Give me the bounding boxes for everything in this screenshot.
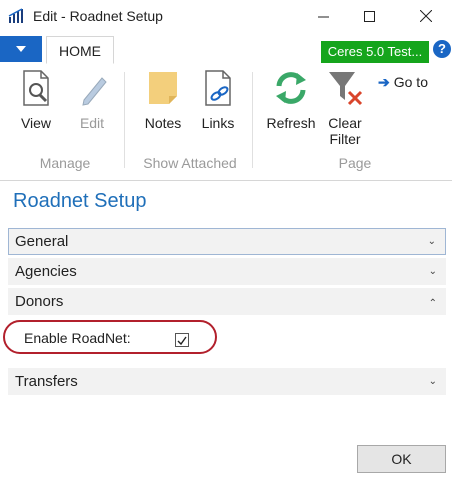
minimize-icon (317, 16, 329, 17)
notes-button[interactable]: Notes (140, 68, 186, 131)
refresh-icon (276, 72, 306, 104)
maximize-icon (363, 10, 375, 22)
refresh-button[interactable]: Refresh (264, 68, 318, 131)
refresh-label: Refresh (266, 115, 316, 131)
chevron-down-icon: ⌄ (427, 236, 436, 247)
fasttab-general[interactable]: General ⌄ (8, 228, 446, 255)
goto-button[interactable]: ➔ Go to (378, 74, 428, 91)
fasttab-donors-label: Donors (15, 293, 64, 310)
ribbon-separator (124, 72, 125, 168)
notes-label: Notes (144, 115, 182, 131)
close-button[interactable] (399, 0, 452, 32)
fasttab-agencies[interactable]: Agencies ⌄ (8, 258, 446, 285)
help-icon[interactable]: ? (433, 40, 451, 58)
group-show-attached: Show Attached (143, 155, 237, 171)
clear-filter-button[interactable]: Clear Filter (322, 68, 368, 147)
fasttab-transfers[interactable]: Transfers ⌄ (8, 368, 446, 395)
links-icon (205, 70, 231, 106)
minimize-button[interactable] (300, 0, 346, 32)
edit-pencil-icon (82, 77, 107, 106)
fasttab-donors[interactable]: Donors ⌃ (8, 288, 446, 315)
group-manage: Manage (39, 155, 91, 171)
notes-icon (149, 72, 177, 104)
arrow-right-icon: ➔ (378, 74, 390, 90)
edit-button[interactable]: Edit (70, 68, 114, 131)
clear-filter-label: Clear Filter (322, 115, 368, 147)
goto-label: Go to (393, 74, 428, 90)
tab-home[interactable]: HOME (46, 36, 114, 64)
fasttab-general-label: General (15, 233, 69, 250)
ribbon: View Edit Manage Notes Links Show Attach… (0, 64, 452, 181)
ribbon-separator (252, 72, 253, 168)
view-button[interactable]: View (14, 68, 58, 131)
app-logo-icon (8, 8, 23, 23)
annotation-highlight-ellipse (3, 320, 217, 354)
application-menu-button[interactable] (0, 36, 42, 62)
ok-button[interactable]: OK (357, 445, 446, 473)
view-document-icon (23, 70, 49, 106)
fasttab-agencies-label: Agencies (15, 263, 77, 280)
clear-filter-icon (329, 72, 363, 106)
clear-filter-label-line1: Clear (328, 115, 362, 131)
chevron-down-icon: ⌄ (428, 376, 437, 387)
view-label: View (20, 115, 52, 131)
links-label: Links (201, 115, 235, 131)
ribbon-tab-row: HOME Ceres 5.0 Test... (0, 34, 452, 65)
chevron-up-icon: ⌃ (428, 298, 437, 309)
fasttab-transfers-label: Transfers (15, 373, 78, 390)
close-icon (419, 10, 432, 22)
maximize-button[interactable] (346, 0, 392, 32)
dropdown-triangle-icon (16, 46, 26, 52)
title-bar: Edit - Roadnet Setup (0, 0, 452, 32)
links-button[interactable]: Links (196, 68, 240, 131)
group-page: Page (338, 155, 372, 171)
edit-label: Edit (79, 115, 105, 131)
window-title: Edit - Roadnet Setup (33, 8, 163, 24)
company-badge[interactable]: Ceres 5.0 Test... (321, 41, 429, 63)
clear-filter-label-line2: Filter (329, 131, 361, 147)
chevron-down-icon: ⌄ (428, 266, 437, 277)
page-title: Roadnet Setup (13, 190, 147, 212)
